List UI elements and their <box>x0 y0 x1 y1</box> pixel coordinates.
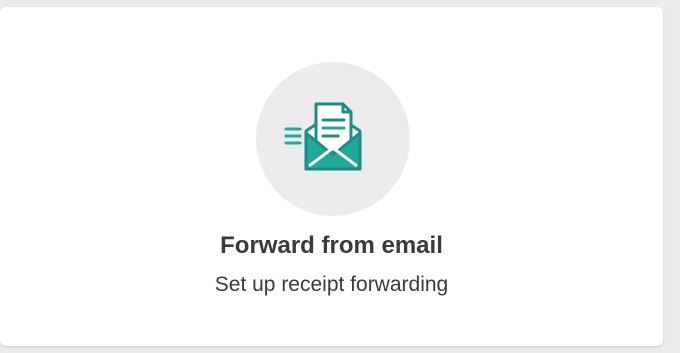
icon-circle <box>256 62 410 216</box>
envelope-with-document-icon <box>284 102 362 171</box>
forward-from-email-card[interactable]: Forward from email Set up receipt forwar… <box>0 7 663 346</box>
card-title: Forward from email <box>220 232 443 259</box>
card-subtitle: Set up receipt forwarding <box>214 273 449 296</box>
